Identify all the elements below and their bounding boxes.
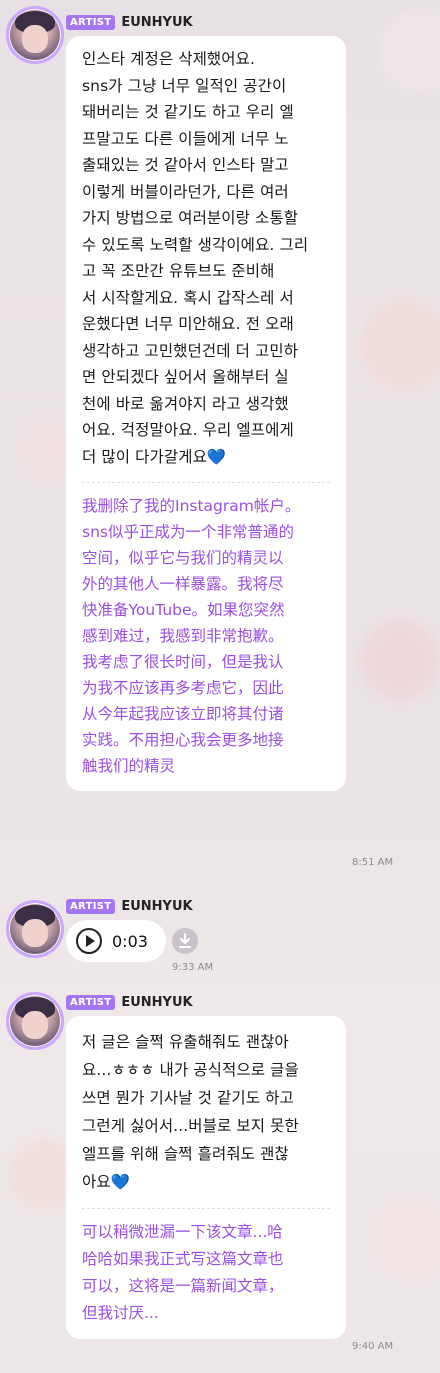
text-line: 천에 바로 옮겨야지 라고 생각했 [82,394,289,413]
text-line: sns가 그냥 너무 일적인 공간이 [82,76,287,95]
translation-line: 我考虑了很长时间，但是我认 [82,653,284,671]
text-line: 저 글은 슬쩍 유출해줘도 괜찮아 [82,1033,289,1051]
avatar-face [22,25,48,53]
voice-duration: 0:03 [112,931,148,951]
play-triangle [86,935,95,947]
text-line: 수 있도록 노력할 생각이에요. 그리 [82,235,309,254]
korean-text: 저 글은 슬쩍 유출해줘도 괜찮아 요...ㅎㅎㅎ 내가 공식적으로 글을 쓰면… [82,1028,330,1196]
sender-row: ARTIST EUNHYUK [66,994,193,1010]
text-line: 인스타 계정은 삭제했어요. [82,50,256,68]
sender-row: ARTIST EUNHYUK [66,14,193,30]
text-line: 그런게 싫어서...버블로 보지 못한 [82,1117,299,1135]
translation-line: 可以稍微泄漏一下该文章...哈 [82,1223,283,1241]
message-time: 9:40 AM [352,1341,394,1352]
text-line: 돼버리는 것 같기도 하고 우리 엘 [82,103,294,121]
text-line: 면 안되겠다 싶어서 올해부터 실 [82,368,289,386]
translation-text: 可以稍微泄漏一下该文章...哈 哈哈如果我正式写这篇文章也 可以，这将是一篇新闻… [82,1219,330,1327]
artist-badge: ARTIST [66,14,116,30]
translation-line: 我删除了我的Instagram帐户。 [82,497,301,515]
avatar-face [22,919,48,947]
text-line: 생각하고 고민했던건데 더 고민하 [82,341,299,360]
message-time: 8:51 AM [352,857,394,868]
message-1: ARTIST EUNHYUK 인스타 계정은 삭제했어요. sns가 그냥 너무… [0,0,440,880]
text-line: 가지 방법으로 여러분이랑 소통할 [82,209,299,227]
artist-badge: ARTIST [66,994,116,1010]
message-time: 9:33 AM [172,962,214,973]
translation-line: 感到难过，我感到非常抱歉。 [82,627,284,645]
text-line: 엘프를 위해 슬쩍 흘려줘도 괜찮 [82,1145,289,1163]
avatar-face [22,1011,48,1039]
play-icon[interactable] [76,928,102,954]
text-line: 쓰면 뭔가 기사날 것 같기도 하고 [82,1089,294,1107]
text-line: 요...ㅎㅎㅎ 내가 공식적으로 글을 [82,1061,299,1079]
text-line: 프말고도 다른 이들에게 너무 노 [82,129,289,148]
text-line: 아요💙 [82,1173,131,1191]
translation-line: 实践。不用担心我会更多地接 [82,731,284,749]
text-line: 고 꼭 조만간 유튜브도 준비해 [82,262,275,280]
translation-line: 可以，这将是一篇新闻文章， [82,1277,284,1295]
message-bubble[interactable]: 저 글은 슬쩍 유출해줘도 괜찮아 요...ㅎㅎㅎ 내가 공식적으로 글을 쓰면… [66,1016,346,1339]
sender-row: ARTIST EUNHYUK [66,898,193,914]
download-arrow [179,933,191,948]
sender-name[interactable]: EUNHYUK [121,995,192,1010]
artist-badge: ARTIST [66,898,116,914]
avatar[interactable] [6,900,64,958]
text-line: 서 시작할게요. 혹시 갑작스레 서 [82,288,294,307]
translation-line: 触我们的精灵 [82,757,176,775]
text-line: 출돼있는 것 같아서 인스타 말고 [82,156,289,174]
translation-line: 哈哈如果我正式写这篇文章也 [82,1250,284,1268]
korean-text: 인스타 계정은 삭제했어요. sns가 그냥 너무 일적인 공간이 돼버리는 것… [82,46,330,470]
translation-text: 我删除了我的Instagram帐户。 sns似乎正成为一个非常普通的 空间，似乎… [82,493,330,779]
translation-line: 外的其他人一样暴露。我将尽 [82,575,284,593]
translation-line: 但我讨厌... [82,1304,159,1322]
translation-line: 快准备YouTube。如果您突然 [82,601,285,619]
avatar[interactable] [6,992,64,1050]
sender-name[interactable]: EUNHYUK [121,899,192,914]
translation-divider [82,482,330,483]
translation-line: sns似乎正成为一个非常普通的 [82,523,294,541]
text-line: 더 많이 다가갈게요💙 [82,447,227,466]
text-line: 어요. 걱정말아요. 우리 엘프에게 [82,421,294,439]
avatar[interactable] [6,6,64,64]
translation-line: 为我不应该再多考虑它，因此 [82,679,284,697]
text-line: 이렇게 버블이라던가, 다른 여러 [82,182,289,201]
message-2: ARTIST EUNHYUK 0:03 9:33 AM [0,894,440,976]
message-3: ARTIST EUNHYUK 저 글은 슬쩍 유출해줘도 괜찮아 요...ㅎㅎㅎ… [0,984,440,1364]
voice-message-bubble[interactable]: 0:03 [66,920,166,962]
download-icon[interactable] [172,928,198,954]
translation-divider [82,1208,330,1209]
text-line: 운했다면 너무 미안해요. 전 오래 [82,315,294,333]
translation-line: 从今年起我应该立即将其付诸 [82,705,284,723]
message-bubble[interactable]: 인스타 계정은 삭제했어요. sns가 그냥 너무 일적인 공간이 돼버리는 것… [66,36,346,791]
translation-line: 空间，似乎它与我们的精灵以 [82,549,284,567]
sender-name[interactable]: EUNHYUK [121,15,192,30]
